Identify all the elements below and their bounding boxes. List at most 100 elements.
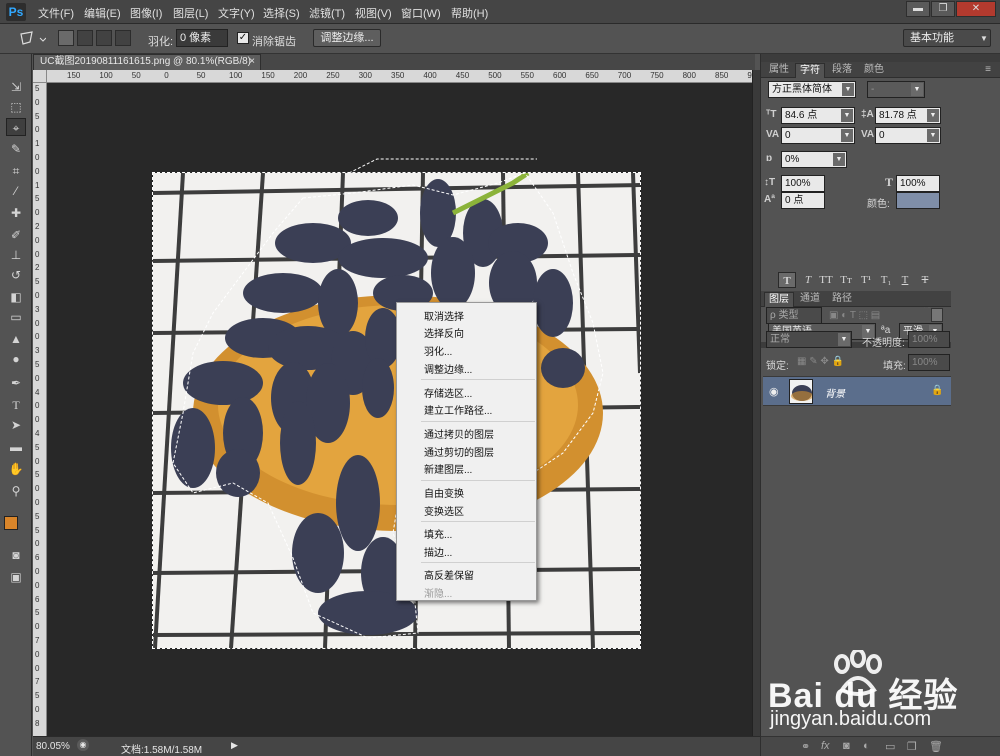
marquee-tool-icon[interactable]: ⬚ [6, 98, 26, 116]
trash-icon[interactable]: 🗑 [929, 740, 943, 753]
ctx-feather[interactable]: 羽化... [424, 343, 452, 358]
tab-character[interactable]: 字符 [795, 63, 825, 78]
menu-layer[interactable]: 图层(L) [173, 5, 208, 21]
faux-bold-button[interactable]: T [778, 272, 796, 288]
strikethrough-button[interactable]: T [916, 272, 934, 288]
new-selection-icon[interactable] [58, 30, 74, 46]
clone-stamp-icon[interactable]: ⊥ [6, 246, 26, 264]
leading-input[interactable]: 81.78 点 ▼ [875, 107, 941, 124]
horizontal-scale-input[interactable]: 100% [896, 175, 940, 192]
menu-filter[interactable]: 滤镜(T) [309, 5, 345, 21]
tab-properties[interactable]: 属性 [764, 63, 794, 78]
subscript-button[interactable]: T₁ [877, 272, 895, 288]
layer-name[interactable]: 背景 [825, 385, 845, 400]
adjustment-icon[interactable]: ◐ [863, 740, 870, 752]
zoom-tool-icon[interactable]: ⚲ [6, 482, 26, 500]
screen-mode-icon[interactable]: ▣ [6, 568, 26, 586]
menu-edit[interactable]: 编辑(E) [84, 5, 121, 21]
baseline-shift-input[interactable]: 0 点 [781, 192, 825, 209]
new-layer-icon[interactable]: ❐ [907, 740, 917, 753]
tracking-input[interactable]: 0 ▼ [875, 127, 941, 144]
ctx-free-transform[interactable]: 自由变换 [424, 485, 464, 500]
ctx-transform-selection[interactable]: 变换选区 [424, 503, 464, 518]
text-color-swatch[interactable] [896, 192, 940, 209]
font-style-select[interactable]: - ▼ [867, 81, 925, 98]
healing-brush-icon[interactable]: ✚ [6, 204, 26, 222]
type-tool-icon[interactable]: T [6, 396, 26, 414]
ctx-layer-via-cut[interactable]: 通过剪切的图层 [424, 444, 494, 459]
layer-row[interactable]: ◉ 背景 🔒 [763, 376, 951, 406]
link-icon[interactable]: ⚭ [801, 740, 810, 753]
panel-menu-icon[interactable]: ≡ [981, 63, 995, 78]
status-menu-arrow-icon[interactable]: ▶ [231, 740, 238, 751]
layer-filter-select[interactable]: ρ 类型 [766, 307, 822, 324]
underline-button[interactable]: T [896, 272, 914, 288]
quick-select-tool-icon[interactable]: ✎ [6, 140, 26, 158]
fill-input[interactable]: 100% [908, 354, 950, 371]
gradient-tool-icon[interactable]: ▭ [6, 308, 26, 326]
antialias-checkbox[interactable]: ✓ [237, 32, 249, 44]
tab-channels[interactable]: 通道 [795, 292, 825, 307]
menu-file[interactable]: 文件(F) [38, 5, 74, 21]
foreground-color-swatch[interactable] [4, 516, 18, 530]
hand-tool-icon[interactable]: ✋ [6, 460, 26, 478]
opacity-input[interactable]: 100% [908, 331, 950, 348]
quick-mask-icon[interactable]: ◙ [6, 546, 26, 564]
tab-color[interactable]: 颜色 [859, 63, 889, 78]
ctx-layer-via-copy[interactable]: 通过拷贝的图层 [424, 426, 494, 441]
vertical-scale-input[interactable]: 100% [781, 175, 825, 192]
small-caps-button[interactable]: Tт [837, 272, 855, 288]
blend-mode-select[interactable]: 正常 ▼ [766, 331, 852, 348]
brush-tool-icon[interactable]: ✐ [6, 226, 26, 244]
shape-tool-icon[interactable]: ▬ [6, 438, 26, 456]
feather-input[interactable]: 0 像素 [176, 29, 228, 47]
ctx-save-selection[interactable]: 存储选区... [424, 385, 472, 400]
tab-layers[interactable]: 图层 [764, 292, 794, 307]
menu-view[interactable]: 视图(V) [355, 5, 392, 21]
menu-image[interactable]: 图像(I) [130, 5, 162, 21]
polygonal-lasso-icon[interactable] [18, 30, 46, 48]
ctx-make-work-path[interactable]: 建立工作路径... [424, 402, 492, 417]
info-icon[interactable]: ◉ [77, 739, 89, 751]
dodge-tool-icon[interactable]: ● [6, 350, 26, 368]
ctx-fill[interactable]: 填充... [424, 526, 452, 541]
faux-italic-button[interactable]: T [799, 272, 817, 288]
ctx-new-layer[interactable]: 新建图层... [424, 461, 472, 476]
refine-edge-button[interactable]: 调整边缘... [313, 29, 381, 47]
crop-tool-icon[interactable]: ⌗ [6, 162, 26, 180]
close-button[interactable]: ✕ [956, 1, 996, 17]
font-family-select[interactable]: 方正黑体简体 ▼ [768, 81, 856, 98]
zoom-level[interactable]: 80.05% [36, 741, 70, 752]
blur-tool-icon[interactable]: ▲ [6, 330, 26, 348]
menu-window[interactable]: 窗口(W) [401, 5, 441, 21]
ctx-stroke[interactable]: 描边... [424, 544, 452, 559]
mask-icon[interactable]: ◙ [843, 740, 850, 752]
ctx-inverse[interactable]: 选择反向 [424, 325, 464, 340]
font-size-input[interactable]: 84.6 点 ▼ [781, 107, 855, 124]
kerning-input[interactable]: 0 ▼ [781, 127, 855, 144]
panel-collapse-bar[interactable] [761, 54, 1000, 62]
minimize-button[interactable]: ▬ [906, 1, 930, 17]
lasso-tool-icon[interactable]: ⌖ [6, 118, 26, 136]
pen-tool-icon[interactable]: ✒ [6, 374, 26, 392]
add-selection-icon[interactable] [77, 30, 93, 46]
vertical-scrollbar[interactable] [752, 70, 760, 736]
maximize-button[interactable]: ❐ [931, 1, 955, 17]
ctx-high-pass[interactable]: 高反差保留 [424, 567, 474, 582]
filter-toggle[interactable] [931, 308, 943, 322]
history-brush-icon[interactable]: ↺ [6, 266, 26, 284]
tsume-input[interactable]: 0% ▼ [781, 151, 847, 168]
subtract-selection-icon[interactable] [96, 30, 112, 46]
menu-help[interactable]: 帮助(H) [451, 5, 488, 21]
eye-icon[interactable]: ◉ [769, 385, 779, 398]
tab-paths[interactable]: 路径 [827, 292, 857, 307]
tab-close-icon[interactable]: × [249, 55, 255, 69]
menu-select[interactable]: 选择(S) [263, 5, 300, 21]
lock-icons[interactable]: ▦ ✎ ✥ 🔒 [797, 356, 844, 367]
tab-paragraph[interactable]: 段落 [827, 63, 857, 78]
ctx-refine-edge[interactable]: 调整边缘... [424, 361, 472, 376]
menu-type[interactable]: 文字(Y) [218, 5, 255, 21]
workspace-switcher[interactable]: 基本功能 [903, 29, 991, 47]
superscript-button[interactable]: T¹ [857, 272, 875, 288]
intersect-selection-icon[interactable] [115, 30, 131, 46]
